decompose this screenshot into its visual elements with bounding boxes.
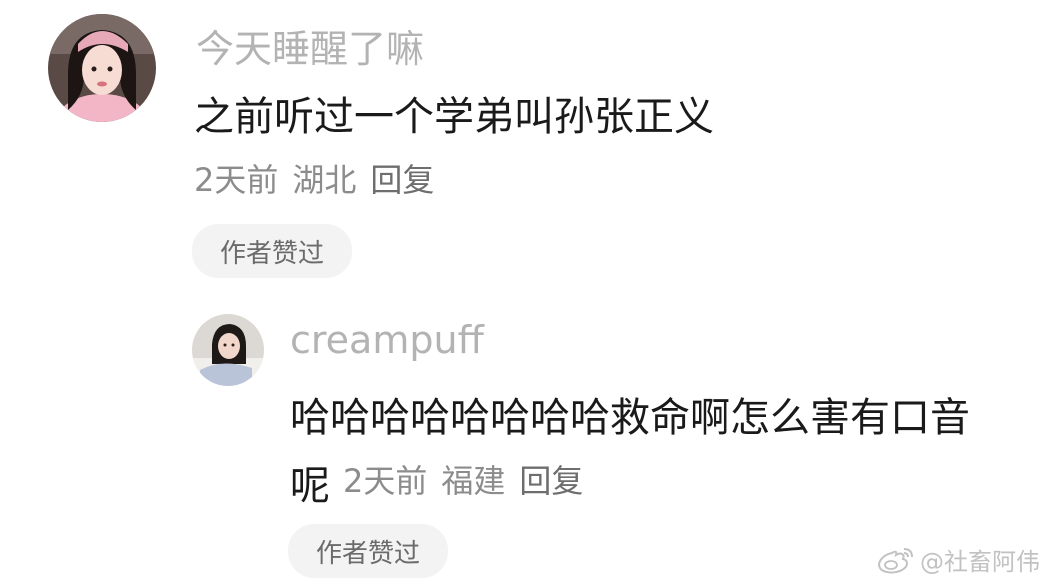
comment-text-line-1: 哈哈哈哈哈哈哈哈救命啊怎么害有口音 [290, 395, 970, 441]
comment-text-line-2: 呢 [290, 463, 330, 509]
comment-location: 福建 [441, 462, 506, 500]
username[interactable]: 今天睡醒了嘛 [196, 18, 424, 73]
comment-location: 湖北 [292, 161, 357, 199]
username[interactable]: creampuff [290, 318, 484, 362]
comment-text: 之前听过一个学弟叫孙张正义 [194, 94, 714, 140]
weibo-icon [878, 547, 913, 573]
watermark-text: @社畜阿伟 [920, 548, 1040, 576]
reply-button[interactable]: 回复 [370, 161, 434, 199]
author-liked-badge: 作者赞过 [288, 524, 448, 578]
comment-thread: 今天睡醒了嘛 之前听过一个学弟叫孙张正义 2天前 湖北 回复 作者赞过 creamp… [0, 0, 1048, 587]
comment-meta: 2天前 福建 回复 [343, 456, 597, 502]
watermark: @社畜阿伟 [876, 542, 1040, 577]
user-avatar-icon [192, 314, 264, 386]
comment-time: 2天前 [343, 462, 428, 500]
author-liked-badge: 作者赞过 [192, 224, 352, 278]
comment-meta: 2天前 湖北 回复 [194, 155, 448, 201]
comment-time: 2天前 [194, 161, 279, 199]
reply-button[interactable]: 回复 [519, 462, 583, 500]
user-avatar-icon [48, 14, 156, 122]
avatar[interactable] [192, 314, 264, 386]
avatar[interactable] [48, 14, 156, 122]
